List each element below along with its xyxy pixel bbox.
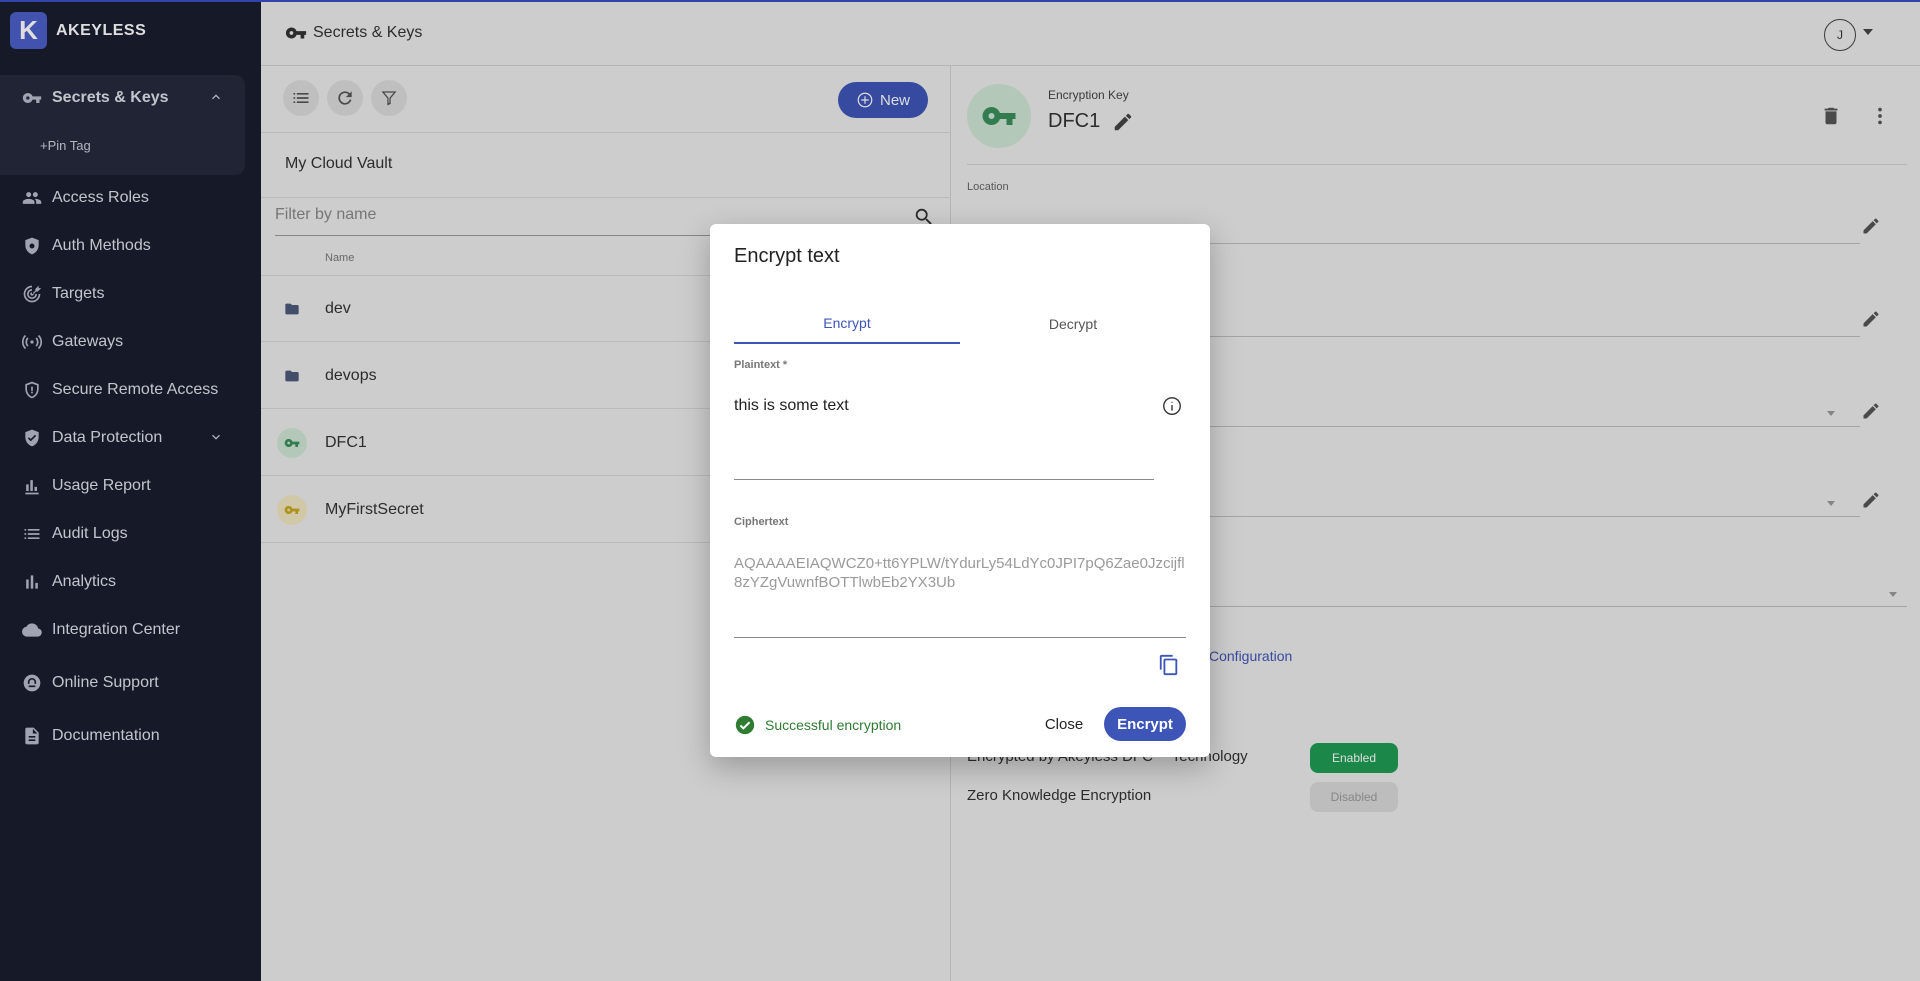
check-circle-icon xyxy=(735,715,755,735)
dialog-tabs: Encrypt Decrypt xyxy=(734,304,1186,344)
tab-decrypt[interactable]: Decrypt xyxy=(960,304,1186,344)
plaintext-underline xyxy=(734,479,1154,480)
ciphertext-output[interactable]: AQAAAAEIAQWCZ0+tt6YPLW/tYdurLy54LdYc0JPI… xyxy=(734,554,1186,592)
ciphertext-underline xyxy=(734,637,1186,638)
status-message: Successful encryption xyxy=(734,714,901,736)
plaintext-input[interactable]: this is some text xyxy=(734,397,849,415)
dialog-title: Encrypt text xyxy=(734,245,840,267)
info-icon[interactable] xyxy=(1161,395,1183,417)
encrypt-button[interactable]: Encrypt xyxy=(1104,707,1186,741)
ciphertext-label: Ciphertext xyxy=(734,516,789,528)
status-text: Successful encryption xyxy=(765,717,902,733)
tab-encrypt[interactable]: Encrypt xyxy=(734,304,960,344)
encrypt-text-dialog: Encrypt text Encrypt Decrypt Plaintext *… xyxy=(710,224,1210,757)
copy-icon[interactable] xyxy=(1158,654,1180,676)
close-button[interactable]: Close xyxy=(1036,707,1092,741)
plaintext-label: Plaintext * xyxy=(734,359,788,371)
